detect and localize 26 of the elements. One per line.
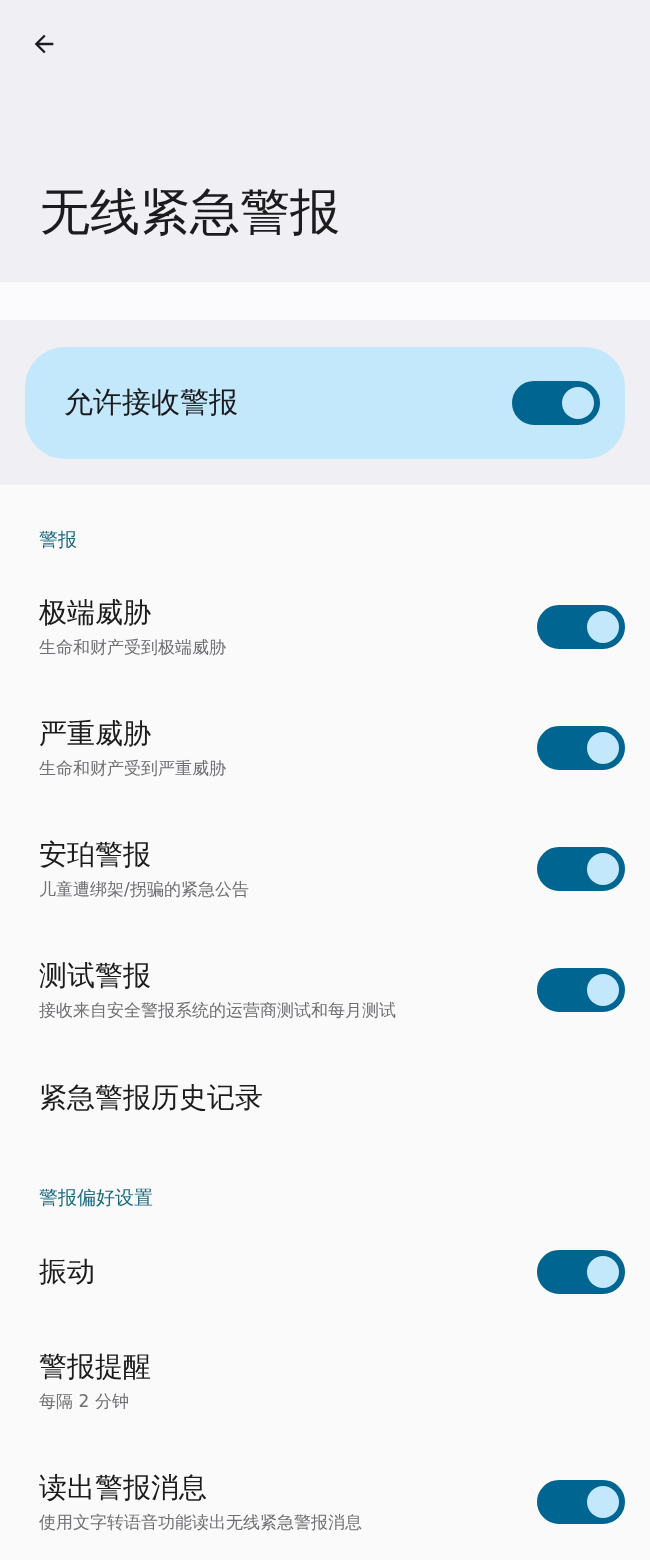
main-switch-label: 允许接收警报 bbox=[64, 384, 238, 421]
toggle-switch[interactable] bbox=[537, 1250, 625, 1294]
setting-title[interactable]: 测试警报 bbox=[39, 958, 396, 993]
main-switch-card[interactable]: 允许接收警报 bbox=[25, 347, 625, 459]
setting-title[interactable]: 警报提醒 bbox=[39, 1349, 151, 1384]
setting-description: 生命和财产受到严重威胁 bbox=[39, 756, 226, 779]
toggle-switch[interactable] bbox=[512, 381, 600, 425]
setting-title[interactable]: 极端威胁 bbox=[39, 595, 226, 630]
page-title: 无线紧急警报 bbox=[40, 182, 340, 243]
setting-description: 每隔 2 分钟 bbox=[39, 1389, 130, 1412]
setting-description: 接收来自安全警报系统的运营商测试和每月测试 bbox=[39, 998, 396, 1021]
setting-description: 儿童遭绑架/拐骗的紧急公告 bbox=[39, 877, 249, 900]
toggle-switch[interactable] bbox=[537, 1479, 625, 1524]
toggle-switch[interactable] bbox=[537, 967, 625, 1012]
section-heading: 警报偏好设置 bbox=[39, 1185, 154, 1210]
setting-title[interactable]: 读出警报消息 bbox=[39, 1470, 362, 1505]
setting-title[interactable]: 振动 bbox=[39, 1255, 95, 1289]
toggle-switch[interactable] bbox=[537, 725, 625, 770]
setting-description: 生命和财产受到极端威胁 bbox=[39, 635, 226, 658]
setting-title[interactable]: 严重威胁 bbox=[39, 716, 226, 751]
setting-title[interactable]: 紧急警报历史记录 bbox=[39, 1081, 263, 1115]
setting-title[interactable]: 安珀警报 bbox=[39, 837, 249, 872]
toggle-switch[interactable] bbox=[537, 604, 625, 649]
toggle-switch[interactable] bbox=[537, 846, 625, 891]
section-heading: 警报 bbox=[39, 527, 78, 552]
setting-description: 使用文字转语音功能读出无线紧急警报消息 bbox=[39, 1510, 362, 1533]
